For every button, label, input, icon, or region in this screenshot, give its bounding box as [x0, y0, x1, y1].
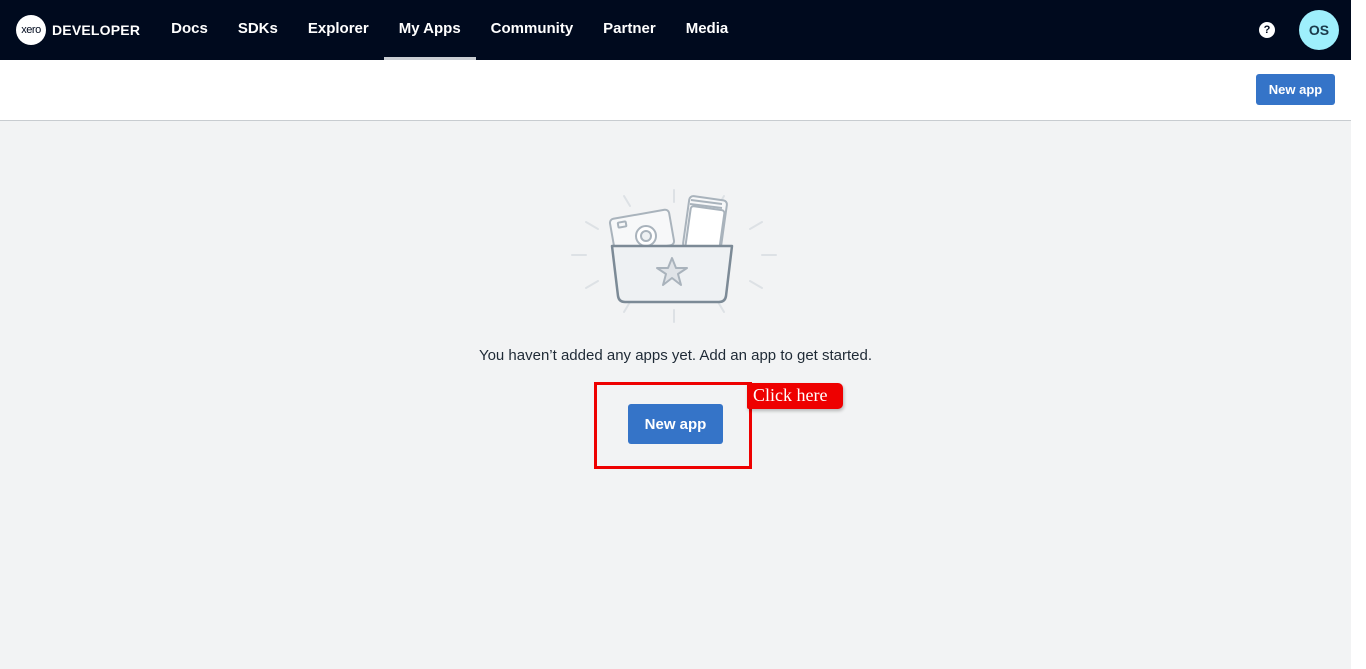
nav-item-my-apps[interactable]: My Apps	[383, 0, 476, 60]
page-header: New app	[0, 60, 1351, 121]
nav-item-media[interactable]: Media	[671, 0, 744, 60]
brand-title: DEVELOPER	[52, 22, 141, 38]
page: xero DEVELOPER Docs SDKs Explorer My App…	[0, 0, 1366, 669]
top-navigation: xero DEVELOPER Docs SDKs Explorer My App…	[0, 0, 1351, 60]
new-app-button[interactable]: New app	[628, 404, 723, 444]
click-here-annotation: Click here	[747, 383, 843, 409]
question-circle-icon[interactable]: ?	[1259, 22, 1275, 38]
nav-item-sdks[interactable]: SDKs	[223, 0, 293, 60]
brand[interactable]: xero DEVELOPER	[16, 0, 140, 60]
header-new-app-button[interactable]: New app	[1256, 74, 1335, 105]
nav-right: ? OS	[1259, 0, 1351, 60]
nav-item-docs[interactable]: Docs	[156, 0, 223, 60]
empty-state-message: You haven’t added any apps yet. Add an a…	[478, 347, 873, 364]
nav-item-community[interactable]: Community	[476, 0, 589, 60]
avatar[interactable]: OS	[1299, 10, 1339, 50]
nav-item-explorer[interactable]: Explorer	[293, 0, 384, 60]
scrollbar[interactable]	[1351, 0, 1366, 669]
nav-items: Docs SDKs Explorer My Apps Community Par…	[156, 0, 743, 60]
apps-box-illustration	[571, 189, 777, 323]
nav-item-partner[interactable]: Partner	[588, 0, 671, 60]
xero-logo-icon: xero	[16, 15, 46, 45]
